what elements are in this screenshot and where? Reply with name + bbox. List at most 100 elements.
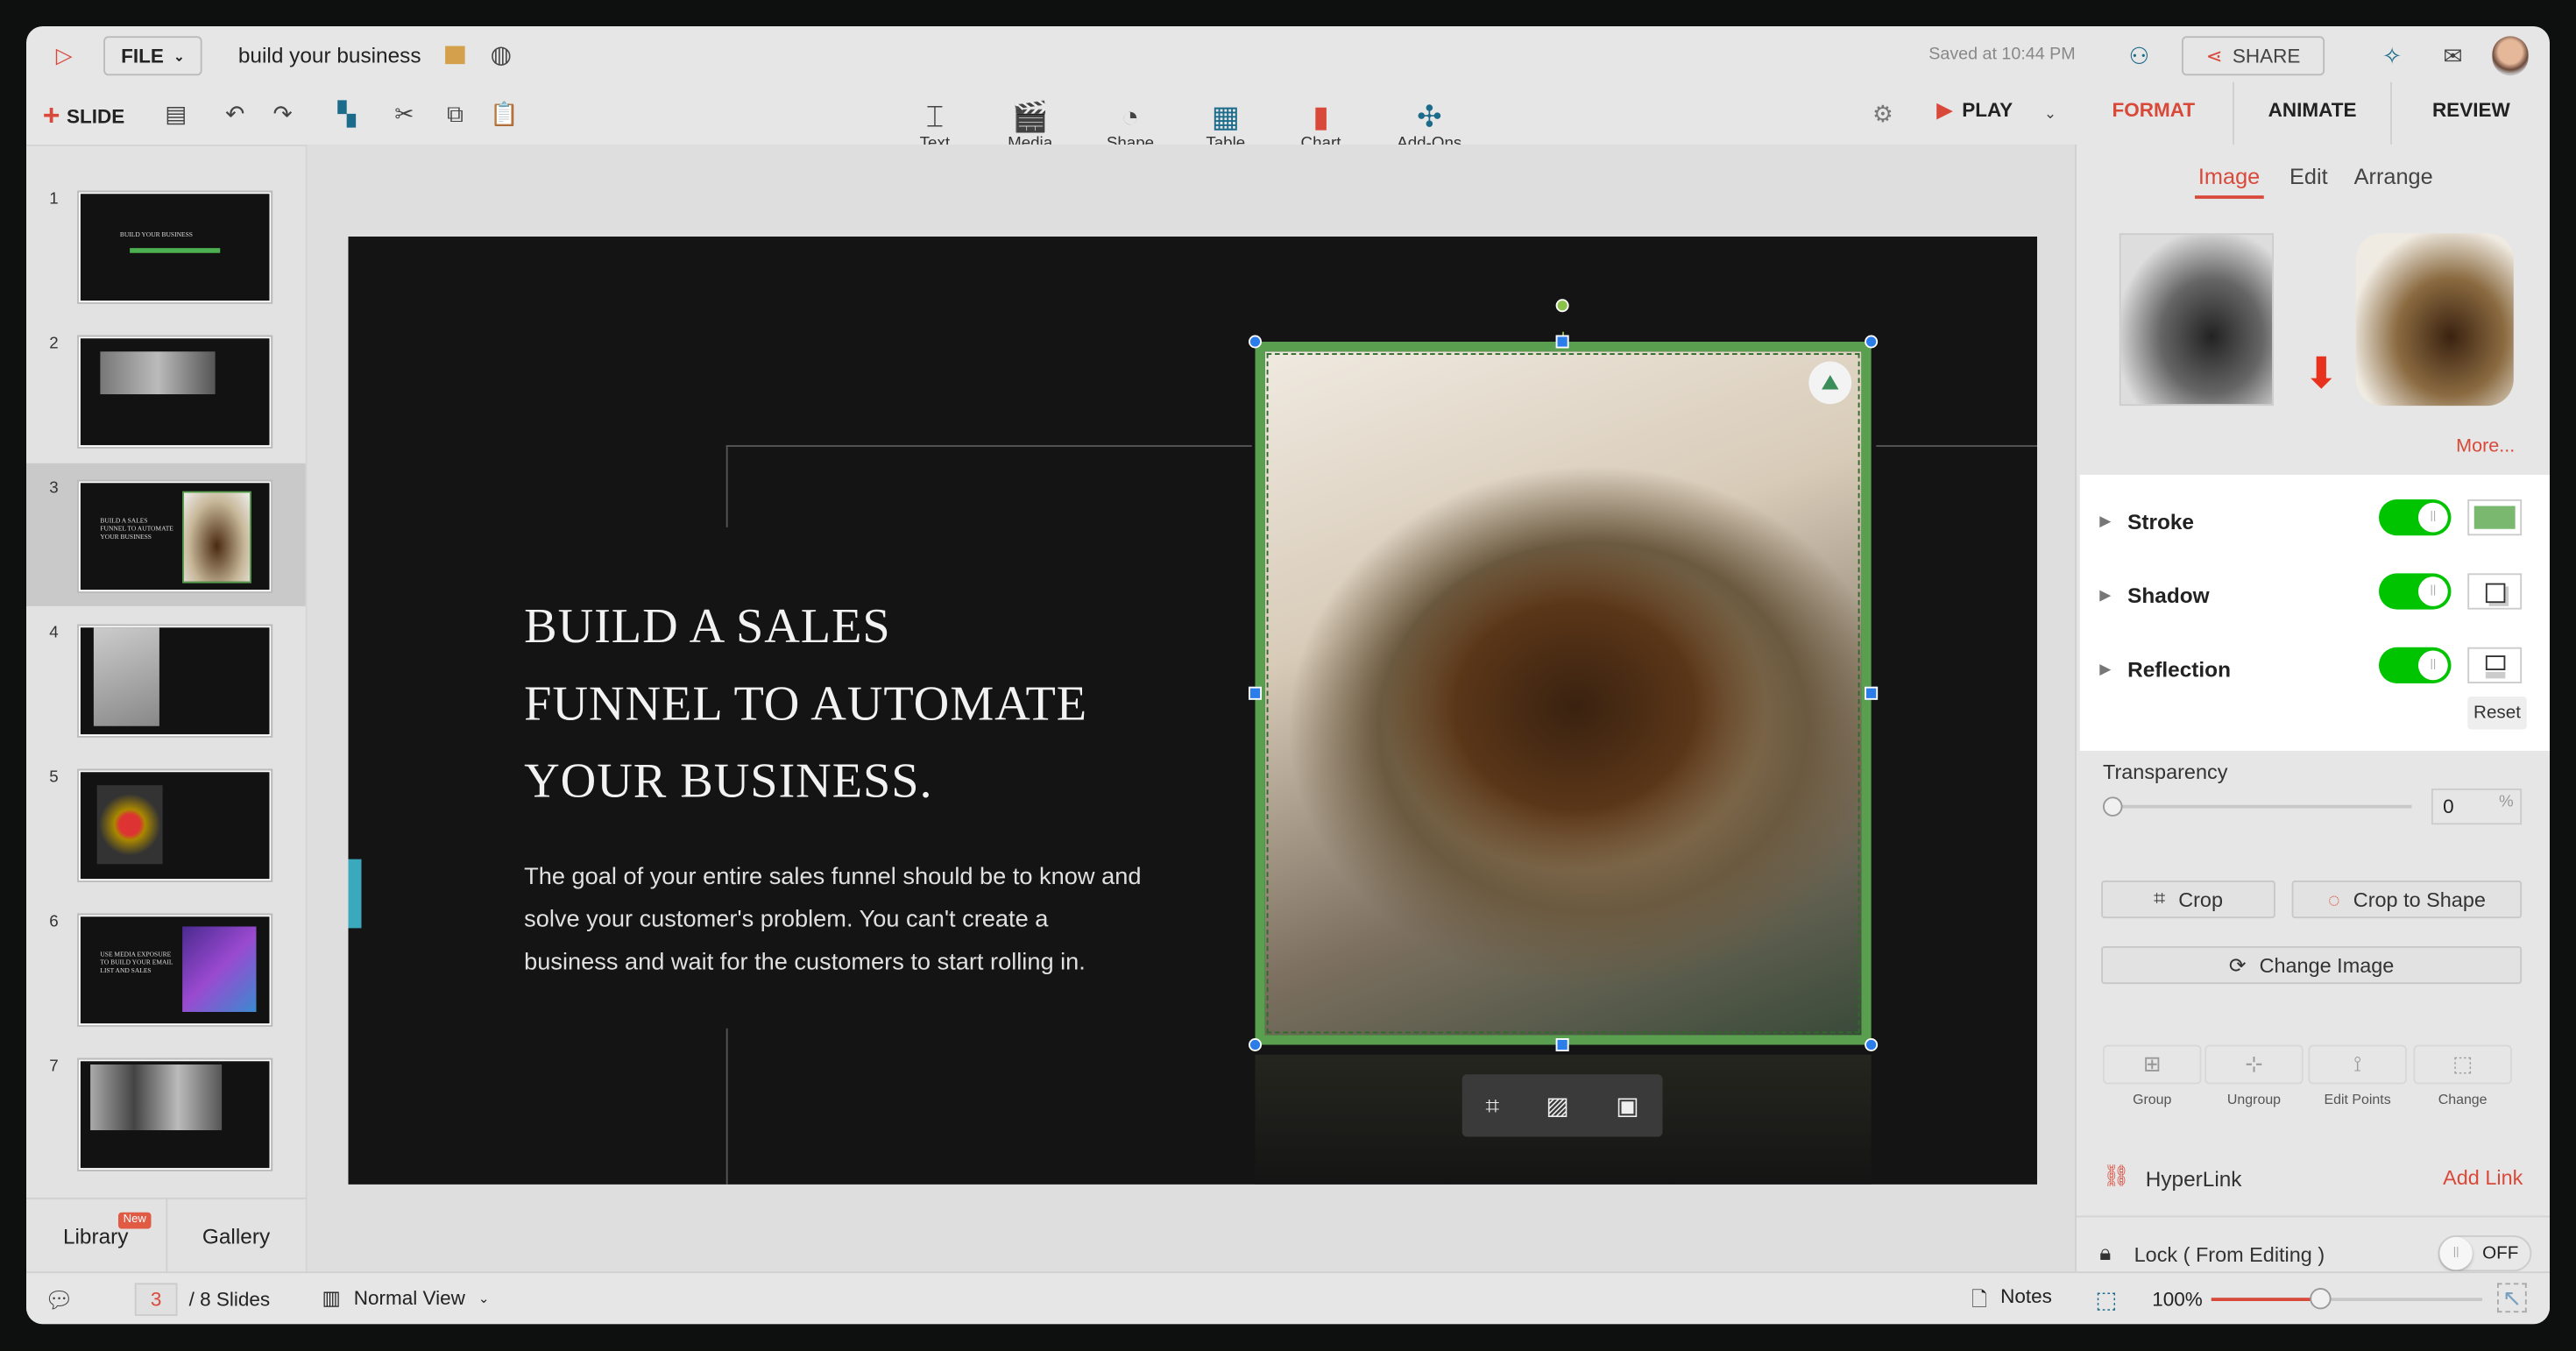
add-slide-label: SLIDE: [66, 104, 125, 128]
slide-body-text[interactable]: The goal of your entire sales funnel sho…: [524, 856, 1141, 984]
slide-thumbnail[interactable]: REPROGRAM YOUR MIND FOR BUSINESS SUCCESS: [79, 1059, 272, 1170]
resize-handle-s[interactable]: [1555, 1038, 1569, 1051]
folder-icon[interactable]: [445, 46, 465, 65]
chat-icon[interactable]: 💬︎: [43, 1283, 76, 1316]
format-painter-icon[interactable]: ▚: [332, 99, 362, 129]
add-link-button[interactable]: Add Link: [2443, 1166, 2523, 1189]
slide-thumbnail[interactable]: [79, 336, 272, 447]
add-slide-button[interactable]: + SLIDE: [43, 99, 124, 133]
slide-count: / 8 Slides: [188, 1288, 271, 1312]
selected-image[interactable]: ⛰: [1255, 342, 1872, 1045]
effect-options-swatch[interactable]: [2467, 573, 2523, 610]
cut-icon[interactable]: ✂: [389, 99, 419, 129]
edit-points-button[interactable]: ⟟ Edit Points: [2308, 1044, 2407, 1111]
play-options-chevron-icon[interactable]: ⌄: [2039, 102, 2062, 124]
subtab-arrange[interactable]: Arrange: [2354, 165, 2433, 199]
image-frame-icon[interactable]: ▣: [1616, 1091, 1639, 1121]
collaborators-icon[interactable]: ⚇: [2121, 41, 2157, 71]
fit-slide-icon[interactable]: ⬚: [2090, 1283, 2123, 1316]
more-styles-link[interactable]: More...: [2456, 437, 2515, 457]
resize-handle-w[interactable]: [1249, 686, 1262, 700]
image-style-preset-rounded[interactable]: [2355, 233, 2514, 407]
gallery-tab[interactable]: Gallery: [165, 1199, 305, 1274]
transparency-slider[interactable]: [2109, 804, 2412, 809]
copy-icon[interactable]: ⧉: [441, 99, 471, 129]
expand-arrow-icon[interactable]: ▶: [2099, 661, 2111, 679]
resize-handle-sw[interactable]: [1249, 1038, 1262, 1051]
puzzle-icon: ✣: [1417, 100, 1442, 133]
user-avatar[interactable]: [2492, 36, 2529, 76]
divider: [2077, 1215, 2550, 1218]
group-button[interactable]: ⊞ Group: [2103, 1044, 2202, 1111]
slide-number: 1: [49, 190, 59, 209]
transparency-input[interactable]: 0 %: [2431, 789, 2523, 825]
slide-number: 3: [49, 479, 59, 499]
change-image-button[interactable]: ⟳ Change Image: [2101, 946, 2523, 985]
layout-icon[interactable]: ▤: [161, 99, 191, 129]
globe-icon[interactable]: ◍: [486, 39, 516, 69]
subtab-image[interactable]: Image: [2195, 165, 2264, 199]
paste-icon[interactable]: 📋: [490, 99, 520, 129]
file-menu-button[interactable]: FILE ⌄: [103, 36, 202, 76]
play-label: PLAY: [1962, 98, 2013, 122]
crop-button[interactable]: ⌗ Crop: [2101, 881, 2275, 919]
zoom-slider[interactable]: [2211, 1288, 2483, 1310]
ungroup-button[interactable]: ⊹ Ungroup: [2204, 1044, 2304, 1111]
crop-icon[interactable]: ⌗: [1485, 1092, 1499, 1120]
announcement-icon[interactable]: ✧: [2375, 39, 2409, 73]
library-tab[interactable]: Library New: [26, 1199, 165, 1273]
effect-toggle[interactable]: [2379, 573, 2452, 610]
slide-thumbnail[interactable]: BUILD YOUR BUSINESS: [79, 192, 272, 302]
resize-handle-nw[interactable]: [1249, 335, 1262, 349]
tab-format[interactable]: FORMAT: [2075, 82, 2232, 145]
play-button[interactable]: ▶ PLAY: [1937, 99, 2013, 122]
effect-toggle[interactable]: [2379, 499, 2452, 536]
slide-title[interactable]: BUILD A SALES FUNNEL TO AUTOMATE YOUR BU…: [524, 588, 1087, 819]
tab-animate[interactable]: ANIMATE: [2232, 81, 2391, 145]
rotate-handle[interactable]: [1555, 299, 1569, 313]
play-settings-icon[interactable]: ⚙: [1868, 99, 1898, 129]
change-shape-button[interactable]: ⬚ Change: [2413, 1044, 2512, 1111]
resize-handle-n[interactable]: [1555, 335, 1569, 349]
slide-thumbnail[interactable]: DEVELOP YOUR BRAND'S PERSONALITY: [79, 770, 272, 881]
chevron-down-icon: ⌄: [173, 48, 185, 64]
expand-arrow-icon[interactable]: ▶: [2099, 586, 2111, 605]
transparency-slider-thumb[interactable]: [2103, 796, 2123, 817]
reset-button[interactable]: Reset: [2467, 697, 2527, 730]
view-mode-dropdown[interactable]: ▥ Normal View ⌄: [322, 1286, 490, 1309]
share-button[interactable]: ⋖ SHARE: [2182, 36, 2325, 76]
redo-icon[interactable]: ↷: [268, 99, 298, 129]
lock-toggle[interactable]: || OFF: [2438, 1235, 2532, 1272]
tab-review[interactable]: REVIEW: [2390, 81, 2550, 145]
resize-handle-e[interactable]: [1865, 686, 1879, 700]
change-shape-icon: ⬚: [2413, 1044, 2512, 1085]
feedback-icon[interactable]: ✉: [2437, 39, 2470, 73]
image-icon[interactable]: ▨: [1546, 1091, 1569, 1121]
zoom-slider-thumb[interactable]: [2310, 1288, 2332, 1310]
effect-options-swatch[interactable]: [2467, 499, 2523, 536]
crop-shape-icon: ◌: [2327, 888, 2340, 911]
effect-toggle[interactable]: [2379, 647, 2452, 683]
crop-to-shape-button[interactable]: ◌ Crop to Shape: [2291, 881, 2523, 919]
resize-handle-ne[interactable]: [1865, 335, 1879, 349]
document-title[interactable]: build your business: [238, 43, 421, 67]
notes-button[interactable]: 🗋 Notes: [1971, 1284, 2052, 1319]
slide-thumbnail[interactable]: BUILD A SALES FUNNEL TO AUTOMATE YOUR BU…: [79, 481, 272, 591]
slide-thumbnail[interactable]: USE MEDIA EXPOSURE TO BUILD YOUR EMAIL L…: [79, 915, 272, 1025]
lock-label: Lock ( From Editing ): [2134, 1243, 2325, 1267]
slide-number: 4: [49, 624, 59, 643]
replace-image-icon[interactable]: ⛰: [1808, 361, 1852, 405]
slide-thumbnail[interactable]: GET CUSTOMERS FEEDBACK TO IMPROVE: [79, 626, 272, 736]
expand-arrow-icon[interactable]: ▶: [2099, 513, 2111, 531]
subtab-edit[interactable]: Edit: [2289, 165, 2328, 199]
resize-handle-se[interactable]: [1865, 1038, 1879, 1051]
decor-line: [725, 445, 728, 527]
undo-icon[interactable]: ↶: [220, 99, 250, 129]
app-logo-icon[interactable]: ▷: [46, 39, 82, 73]
slide-canvas[interactable]: BUILD A SALES FUNNEL TO AUTOMATE YOUR BU…: [348, 237, 2037, 1185]
current-slide-input[interactable]: 3: [134, 1283, 178, 1316]
effect-options-swatch[interactable]: [2467, 647, 2523, 683]
thumbnail-title: BUILD A SALES FUNNEL TO AUTOMATE YOUR BU…: [100, 515, 173, 541]
fullscreen-icon[interactable]: ↖: [2497, 1283, 2527, 1313]
image-style-preset-grayscale[interactable]: [2119, 233, 2274, 407]
